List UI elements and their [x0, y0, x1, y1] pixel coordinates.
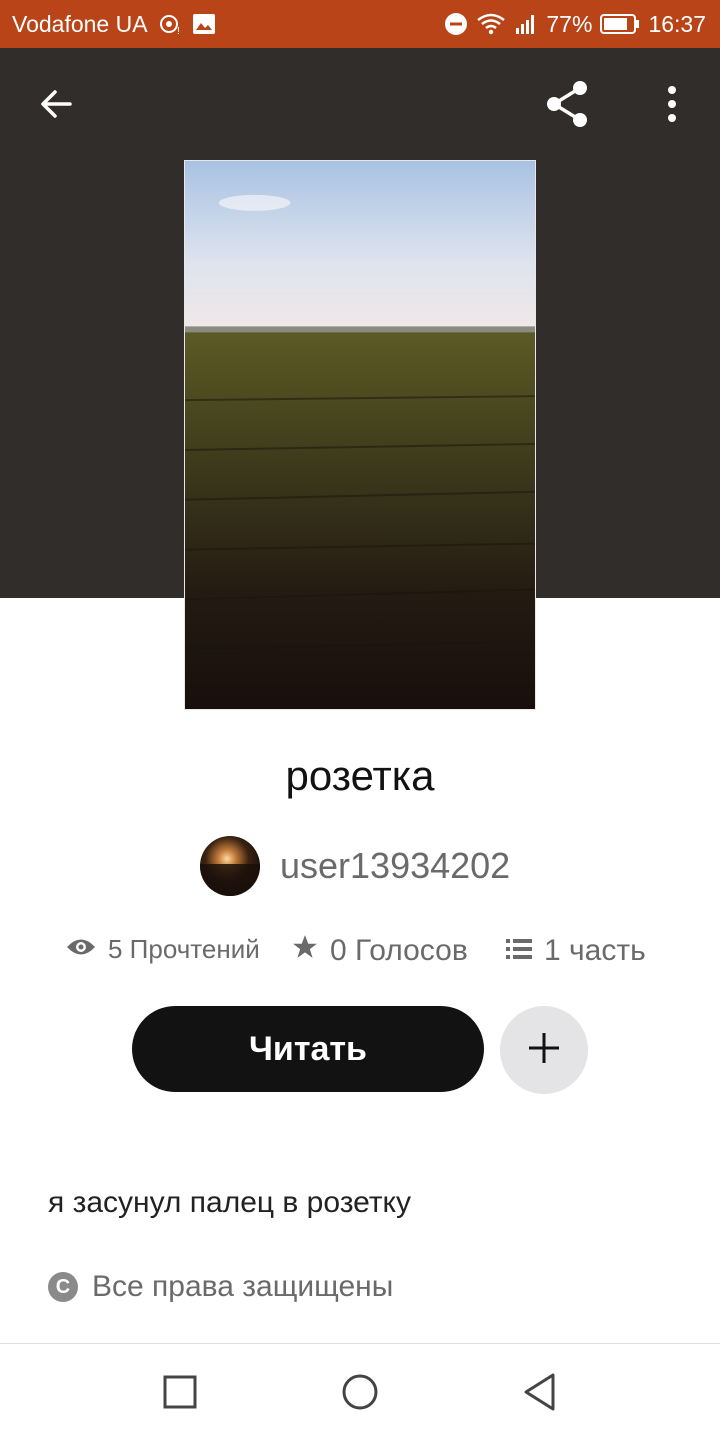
system-nav-bar	[0, 1344, 720, 1440]
carrier-name: Vodafone UA	[12, 10, 148, 37]
story-description: я засунул палец в розетку	[48, 1186, 412, 1219]
recents-button[interactable]	[152, 1366, 208, 1422]
votes-count: 0 Голосов	[330, 934, 468, 967]
add-to-library-button[interactable]	[500, 1006, 588, 1094]
list-icon	[506, 934, 532, 968]
more-options-button[interactable]	[644, 78, 700, 134]
home-button[interactable]	[332, 1366, 388, 1422]
votes-stat: 0 Голосов	[292, 934, 468, 968]
copyright-icon: C	[48, 1272, 78, 1302]
signal-icon	[514, 13, 538, 35]
battery-percent: 77%	[546, 10, 593, 37]
image-icon	[192, 13, 216, 35]
story-stats: 5 Прочтений 0 Голосов 1 часть	[0, 934, 720, 978]
status-bar: Vodafone UA ! 77% 16:37	[0, 0, 720, 48]
share-icon	[542, 78, 594, 135]
battery-icon	[600, 13, 640, 35]
circle-icon	[341, 1373, 379, 1416]
avatar	[200, 836, 260, 896]
author-name: user13934202	[280, 845, 511, 886]
hotspot-icon: !	[158, 12, 182, 36]
reads-count: 5 Прочтений	[108, 934, 260, 964]
system-back-button[interactable]	[512, 1366, 568, 1422]
read-button[interactable]: Читать	[132, 1006, 484, 1092]
author-link[interactable]: user13934202	[200, 836, 510, 896]
back-button[interactable]	[28, 78, 84, 134]
star-icon	[292, 934, 318, 968]
share-button[interactable]	[540, 78, 596, 134]
eye-icon	[66, 934, 96, 965]
reads-stat: 5 Прочтений	[66, 934, 260, 965]
clock: 16:37	[648, 10, 706, 37]
copyright-notice: C Все права защищены	[48, 1270, 393, 1304]
do-not-disturb-icon	[444, 12, 468, 36]
svg-text:!: !	[177, 26, 180, 36]
story-cover-image[interactable]	[184, 160, 536, 710]
story-title: розетка	[285, 752, 435, 799]
more-vertical-icon	[666, 84, 678, 129]
square-icon	[163, 1375, 197, 1414]
parts-count: 1 часть	[544, 934, 646, 967]
copyright-text: Все права защищены	[92, 1270, 394, 1303]
parts-stat: 1 часть	[506, 934, 646, 968]
arrow-left-icon	[36, 84, 76, 129]
wifi-icon	[476, 12, 506, 36]
plus-icon	[526, 1030, 562, 1071]
triangle-back-icon	[523, 1373, 557, 1416]
